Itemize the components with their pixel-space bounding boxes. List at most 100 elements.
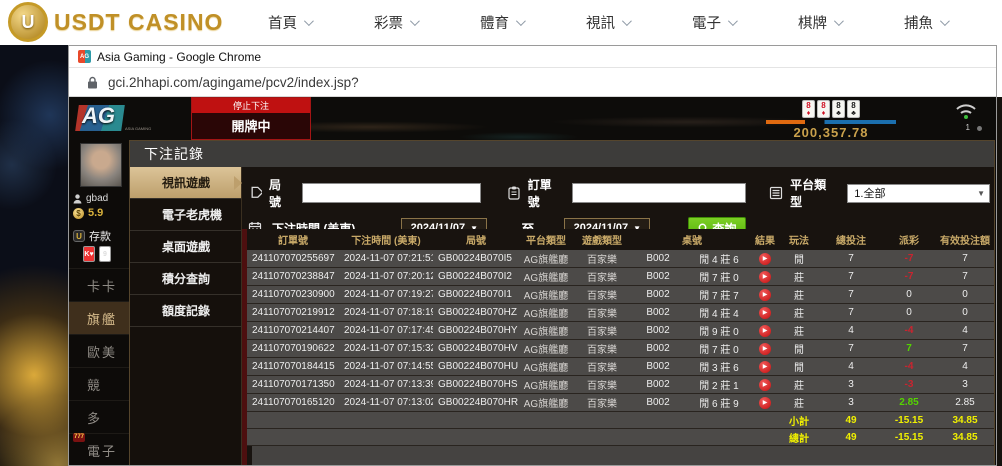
platform-label: 平台類型 (790, 176, 836, 210)
chevron-down-icon (728, 16, 738, 26)
table-row: 241107070255697 2024-11-07 07:21:51 GB00… (247, 250, 994, 268)
replay-button[interactable]: ▶ (759, 271, 771, 283)
hall-menu-item[interactable]: 多 (69, 400, 129, 433)
bet-records-modal: 下注記錄 視訊遊戲 電子老虎機 (129, 140, 995, 465)
order-input[interactable] (572, 183, 745, 203)
platform-select[interactable]: 1.全部 ▼ (847, 184, 990, 203)
nav-item[interactable]: 捕魚 (904, 12, 947, 33)
replay-button[interactable]: ▶ (759, 379, 771, 391)
cell-round-no: GB00224B070HV (433, 343, 519, 354)
cell-payout: -4 (881, 361, 937, 372)
sidebar-item-label: 視訊遊戲 (162, 174, 210, 191)
hall-menu-item[interactable]: 卡卡 (69, 268, 129, 301)
cell-play-type: 莊 (777, 377, 821, 392)
cell-round-no: GB00224B070HS (433, 379, 519, 390)
cell-valid-bet: 7 (937, 343, 993, 354)
round-input[interactable] (302, 183, 481, 203)
window-title: Asia Gaming - Google Chrome (97, 50, 261, 64)
sidebar-item-icon (138, 175, 155, 190)
sidebar-item[interactable]: 電子老虎機 (130, 199, 241, 231)
nav-item[interactable]: 彩票 (374, 12, 417, 33)
cell-game-type: 百家樂 (573, 377, 631, 392)
slot-777-icon: 777 (73, 433, 85, 442)
card-rank: 8 (806, 102, 810, 110)
table-row: 241107070238847 2024-11-07 07:20:12 GB00… (247, 268, 994, 286)
replay-button[interactable]: ▶ (759, 253, 771, 265)
subtotal-total-bet: 49 (821, 415, 881, 426)
table-row: 241107070230900 2024-11-07 07:19:27 GB00… (247, 286, 994, 304)
cell-platform: AG旗艦廳 (519, 377, 573, 392)
mini-card-icon: 9 (99, 246, 111, 262)
replay-button[interactable]: ▶ (759, 325, 771, 337)
cell-result: 閒 7 莊 0 (685, 341, 753, 356)
tag-icon (248, 186, 262, 200)
site-logo[interactable]: U USDT CASINO (8, 2, 223, 42)
table-row: 241107070171350 2024-11-07 07:13:39 GB00… (247, 376, 994, 394)
ag-logo-subtext: ASIA GAMING (125, 126, 151, 131)
cell-payout: -7 (881, 271, 937, 282)
card-rank: 8 (821, 102, 825, 110)
seat-dot (977, 126, 982, 131)
table-header-cell: 玩法 (777, 232, 821, 247)
main-nav: 首頁 彩票 體育 視訊 電子 (268, 0, 947, 45)
nav-item[interactable]: 首頁 (268, 12, 311, 33)
replay-button[interactable]: ▶ (759, 307, 771, 319)
cell-round-no: GB00224B070HU (433, 361, 519, 372)
cell-table-no: B002 (631, 253, 685, 264)
grand-total-row: 總計 49 -15.15 34.85 (247, 429, 994, 446)
cell-round-no: GB00224B070I2 (433, 271, 519, 282)
replay-button[interactable]: ▶ (759, 289, 771, 301)
sidebar-item[interactable]: 桌面遊戲 (130, 231, 241, 263)
hall-menu-item[interactable]: 競 (69, 367, 129, 400)
card-rank: 8 (836, 102, 840, 110)
modal-title: 下注記錄 (130, 141, 994, 167)
sidebar-item[interactable]: 額度記錄 (130, 295, 241, 327)
grand-total-payout: -15.15 (881, 432, 937, 443)
cell-order-no: 241107070219912 (247, 307, 339, 318)
cell-play-type: 莊 (777, 323, 821, 338)
cell-total-bet: 7 (821, 343, 881, 354)
cell-order-no: 241107070190622 (247, 343, 339, 354)
table-header-cell: 結果 (753, 232, 777, 247)
cell-total-bet: 4 (821, 325, 881, 336)
sidebar-item[interactable]: 視訊遊戲 (130, 167, 241, 199)
nav-item[interactable]: 視訊 (586, 12, 629, 33)
nav-item[interactable]: 體育 (480, 12, 523, 33)
site-topbar: U USDT CASINO 首頁 彩票 體育 (0, 0, 1002, 45)
nav-item[interactable]: 棋牌 (798, 12, 841, 33)
cell-result: 閒 4 莊 6 (685, 251, 753, 266)
sidebar-item-icon (138, 239, 155, 254)
sidebar-item-label: 額度記錄 (162, 302, 210, 319)
cell-table-no: B002 (631, 289, 685, 300)
cell-bet-time: 2024-11-07 07:15:32 (339, 343, 433, 354)
sidebar-item-label: 桌面遊戲 (162, 238, 210, 255)
nav-item[interactable]: 電子 (692, 12, 735, 33)
cell-round-no: GB00224B070HZ (433, 307, 519, 318)
deposit-button[interactable]: U 存款 (73, 228, 111, 244)
hall-menu-item[interactable]: 歐美 (69, 334, 129, 367)
nav-item-label: 視訊 (586, 12, 615, 33)
replay-button[interactable]: ▶ (759, 361, 771, 373)
cell-payout: 2.85 (881, 397, 937, 408)
cell-order-no: 241107070165120 (247, 397, 339, 408)
cell-platform: AG旗艦廳 (519, 395, 573, 410)
hall-menu-label: 歐美 (87, 342, 117, 361)
dealt-cards-group: 8 ♦ 8 ♦ 8 ♣ (766, 100, 896, 140)
cell-platform: AG旗艦廳 (519, 251, 573, 266)
seat-number: 1 (966, 123, 970, 132)
cell-payout: 7 (881, 343, 937, 354)
chevron-down-icon (304, 16, 314, 26)
window-titlebar[interactable]: AG Asia Gaming - Google Chrome (69, 46, 996, 67)
address-bar[interactable]: gci.2hhapi.com/agingame/pcv2/index.jsp? (69, 67, 996, 97)
sidebar-item[interactable]: 積分查詢 (130, 263, 241, 295)
replay-button[interactable]: ▶ (759, 397, 771, 409)
cell-payout: -4 (881, 325, 937, 336)
cell-valid-bet: 2.85 (937, 397, 993, 408)
cell-platform: AG旗艦廳 (519, 269, 573, 284)
hall-menu-item[interactable]: 旗艦 (69, 301, 129, 334)
replay-button[interactable]: ▶ (759, 343, 771, 355)
user-icon (73, 194, 82, 204)
cell-play-type: 莊 (777, 305, 821, 320)
deposit-icon: U (73, 230, 85, 242)
cell-payout: -3 (881, 379, 937, 390)
